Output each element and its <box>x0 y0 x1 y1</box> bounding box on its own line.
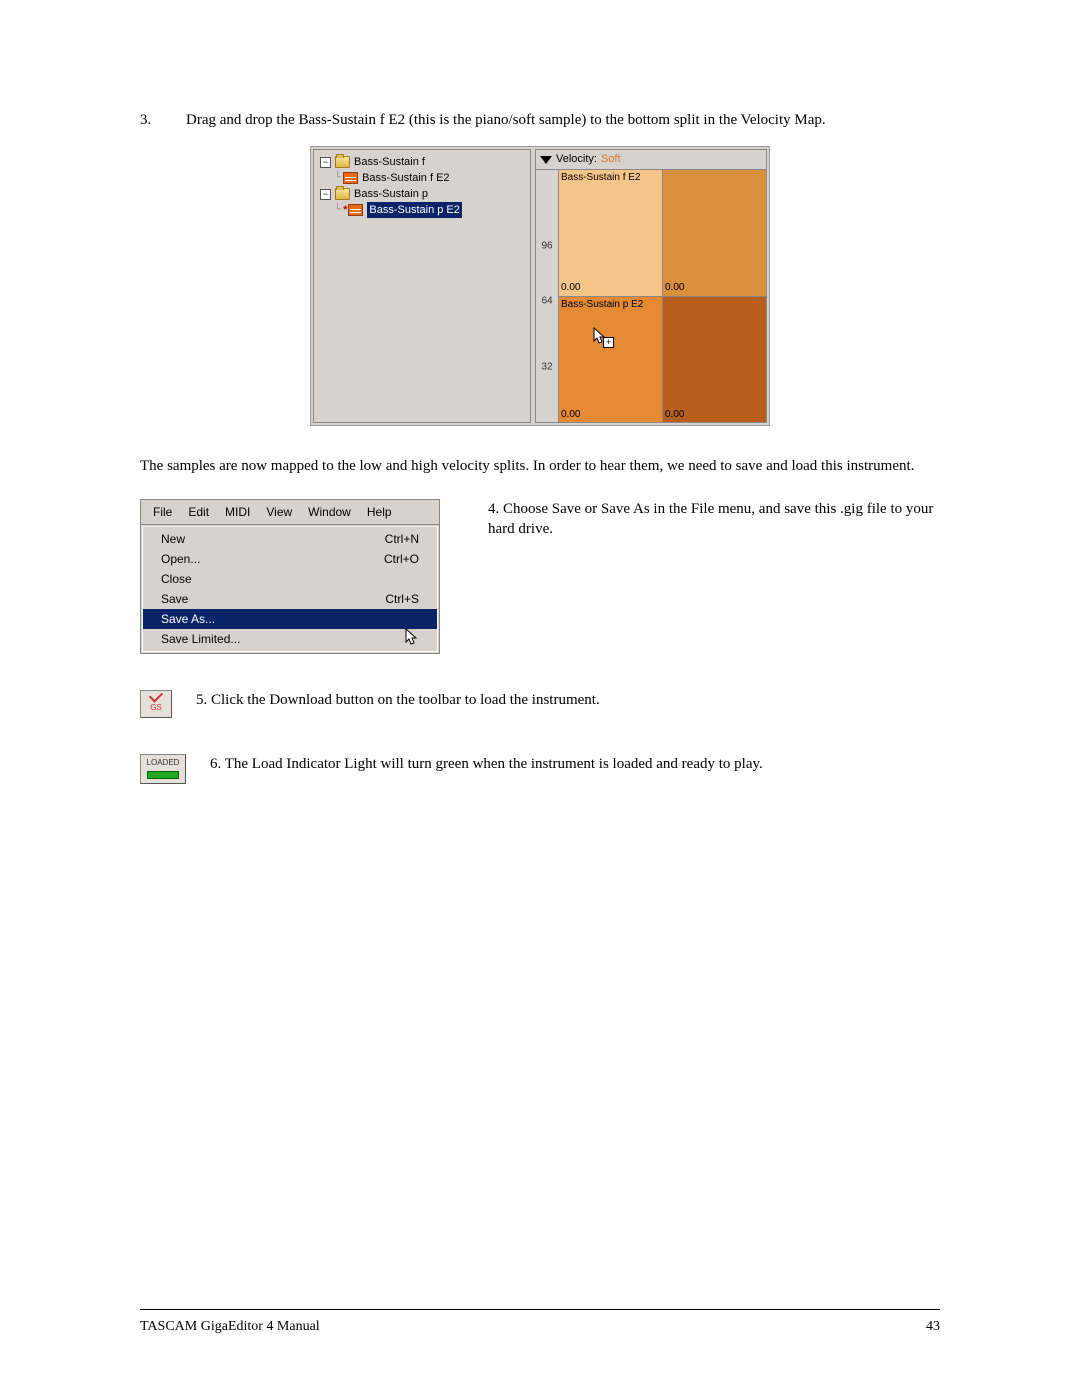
cell-sample-label: Bass-Sustain f E2 <box>561 171 640 185</box>
tree-folder-2[interactable]: − Bass-Sustain p <box>320 186 524 202</box>
menu-item-label: Save Limited... <box>161 631 240 647</box>
menu-help[interactable]: Help <box>359 502 400 522</box>
cell-sample-label: Bass-Sustain p E2 <box>561 298 643 312</box>
step-5-text: 5. Click the Download button on the tool… <box>196 690 940 710</box>
download-btn-label: GS <box>150 703 162 714</box>
tree-sample-1-label: Bass-Sustain f E2 <box>362 170 449 186</box>
ruler-tick-64: 64 <box>536 294 558 308</box>
menu-file[interactable]: File <box>145 502 180 522</box>
ruler-tick-96: 96 <box>536 239 558 253</box>
step-4-text: 4. Choose Save or Save As in the File me… <box>488 499 940 540</box>
sample-icon <box>348 204 363 216</box>
sample-icon <box>343 172 358 184</box>
step-3-number: 3. <box>140 110 186 130</box>
menu-midi[interactable]: MIDI <box>217 502 258 522</box>
velocity-ruler: 96 64 32 <box>536 170 559 422</box>
menu-item-label: Save <box>161 591 188 607</box>
step-3: 3. Drag and drop the Bass-Sustain f E2 (… <box>140 110 940 130</box>
menu-item-shortcut: Ctrl+O <box>384 551 419 567</box>
velocity-cell-bottom-a[interactable]: Bass-Sustain p E2 + 0.00 <box>559 297 662 423</box>
tree-folder-2-label: Bass-Sustain p <box>354 186 428 202</box>
tree-folder-1[interactable]: − Bass-Sustain f <box>320 154 524 170</box>
menu-item-label: New <box>161 531 185 547</box>
menu-item-save-limited[interactable]: Save Limited... <box>143 629 437 649</box>
drag-cursor-icon: + <box>593 327 609 347</box>
menu-item-open[interactable]: Open... Ctrl+O <box>143 549 437 569</box>
collapse-icon[interactable]: − <box>320 189 331 200</box>
cell-value: 0.00 <box>561 408 580 422</box>
figure-velocity-map: − Bass-Sustain f └ Bass-Sustain f E2 − B… <box>140 146 940 426</box>
menu-item-shortcut: Ctrl+S <box>385 591 419 607</box>
sample-tree-panel: − Bass-Sustain f └ Bass-Sustain f E2 − B… <box>313 149 531 423</box>
menu-item-label: Close <box>161 571 192 587</box>
velocity-cell-top-b[interactable]: 0.00 <box>663 170 766 297</box>
page-footer: TASCAM GigaEditor 4 Manual 43 <box>140 1309 940 1337</box>
velocity-header-value: Soft <box>601 152 621 167</box>
folder-icon <box>335 188 350 200</box>
velocity-cell-bottom-b[interactable]: 0.00 <box>663 297 766 423</box>
menu-item-label: Save As... <box>161 611 215 627</box>
step-6-text: 6. The Load Indicator Light will turn gr… <box>210 754 940 774</box>
menu-item-new[interactable]: New Ctrl+N <box>143 529 437 549</box>
menu-item-save[interactable]: Save Ctrl+S <box>143 589 437 609</box>
footer-title: TASCAM GigaEditor 4 Manual <box>140 1318 320 1337</box>
paragraph-after-fig1: The samples are now mapped to the low an… <box>140 456 940 476</box>
menu-item-close[interactable]: Close <box>143 569 437 589</box>
tree-sample-1[interactable]: └ Bass-Sustain f E2 <box>320 170 524 186</box>
velocity-header-label: Velocity: <box>556 152 597 167</box>
menu-item-save-as-selected[interactable]: Save As... <box>143 609 437 629</box>
menu-edit[interactable]: Edit <box>180 502 217 522</box>
menu-view[interactable]: View <box>258 502 300 522</box>
cell-value: 0.00 <box>561 281 580 295</box>
tree-folder-1-label: Bass-Sustain f <box>354 154 425 170</box>
ruler-tick-32: 32 <box>536 360 558 374</box>
velocity-header: Velocity: Soft <box>536 150 766 170</box>
tree-sample-2-selected[interactable]: └* Bass-Sustain p E2 <box>320 202 524 218</box>
loaded-indicator-label: LOADED <box>147 758 180 769</box>
menu-item-label: Open... <box>161 551 200 567</box>
footer-page-number: 43 <box>926 1318 940 1337</box>
tree-sample-2-label: Bass-Sustain p E2 <box>367 202 462 218</box>
file-menu-figure: File Edit MIDI View Window Help New Ctrl… <box>140 499 440 654</box>
cell-value: 0.00 <box>665 408 684 422</box>
velocity-cell-top-a[interactable]: Bass-Sustain f E2 0.00 <box>559 170 662 297</box>
step-3-text: Drag and drop the Bass-Sustain f E2 (thi… <box>186 110 940 130</box>
collapse-icon[interactable]: − <box>320 157 331 168</box>
menu-item-shortcut: Ctrl+N <box>385 531 419 547</box>
velocity-map-panel: Velocity: Soft 96 64 32 Bass-Sustain f E… <box>535 149 767 423</box>
download-arrow-icon <box>149 689 163 703</box>
load-indicator-light-icon <box>147 771 179 779</box>
cursor-icon <box>405 628 419 650</box>
menu-window[interactable]: Window <box>300 502 359 522</box>
loaded-indicator: LOADED <box>140 754 186 784</box>
download-toolbar-button[interactable]: GS <box>140 690 172 718</box>
disclosure-triangle-icon[interactable] <box>540 156 552 164</box>
menu-bar: File Edit MIDI View Window Help <box>141 500 439 525</box>
cell-value: 0.00 <box>665 281 684 295</box>
folder-icon <box>335 156 350 168</box>
